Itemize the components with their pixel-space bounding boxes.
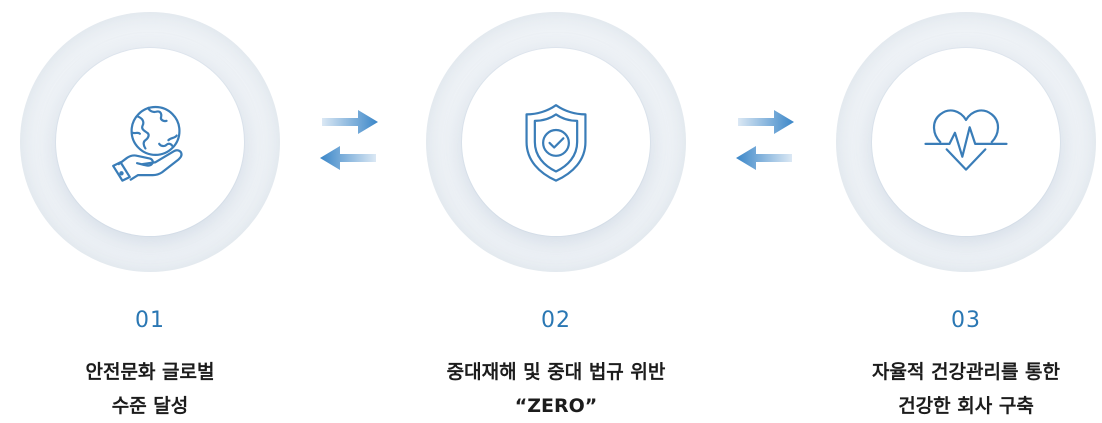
step-3-disc bbox=[872, 48, 1060, 236]
step-title-line-2: 수준 달성 bbox=[111, 395, 189, 417]
step-title-line-2: “ZERO” bbox=[514, 395, 598, 417]
shield-check-icon bbox=[510, 96, 602, 188]
step-title-line-1: 중대재해 및 중대 법규 위반 bbox=[446, 361, 666, 383]
step-1: 01 안전문화 글로벌 수준 달성 bbox=[20, 0, 280, 422]
step-number: 03 bbox=[951, 308, 981, 333]
heart-pulse-icon bbox=[920, 96, 1012, 188]
step-title-line-1: 자율적 건강관리를 통한 bbox=[871, 361, 1061, 383]
bidirectional-arrows-icon bbox=[734, 108, 796, 172]
step-2-ring bbox=[426, 12, 686, 272]
step-number: 02 bbox=[541, 308, 571, 333]
step-3: 03 자율적 건강관리를 통한 건강한 회사 구축 bbox=[836, 0, 1096, 422]
step-title: 자율적 건강관리를 통한 건강한 회사 구축 bbox=[826, 355, 1102, 423]
step-1-ring bbox=[20, 12, 280, 272]
step-2: 02 중대재해 및 중대 법규 위반 “ZERO” bbox=[426, 0, 686, 422]
step-1-disc bbox=[56, 48, 244, 236]
globe-in-hand-icon bbox=[104, 96, 196, 188]
step-title: 중대재해 및 중대 법규 위반 “ZERO” bbox=[416, 355, 696, 423]
step-title-line-2: 건강한 회사 구축 bbox=[898, 395, 1034, 417]
step-2-disc bbox=[462, 48, 650, 236]
step-number: 01 bbox=[135, 308, 165, 333]
step-3-ring bbox=[836, 12, 1096, 272]
step-title: 안전문화 글로벌 수준 달성 bbox=[10, 355, 290, 423]
bidirectional-arrows-icon bbox=[318, 108, 380, 172]
step-title-line-1: 안전문화 글로벌 bbox=[85, 361, 215, 383]
